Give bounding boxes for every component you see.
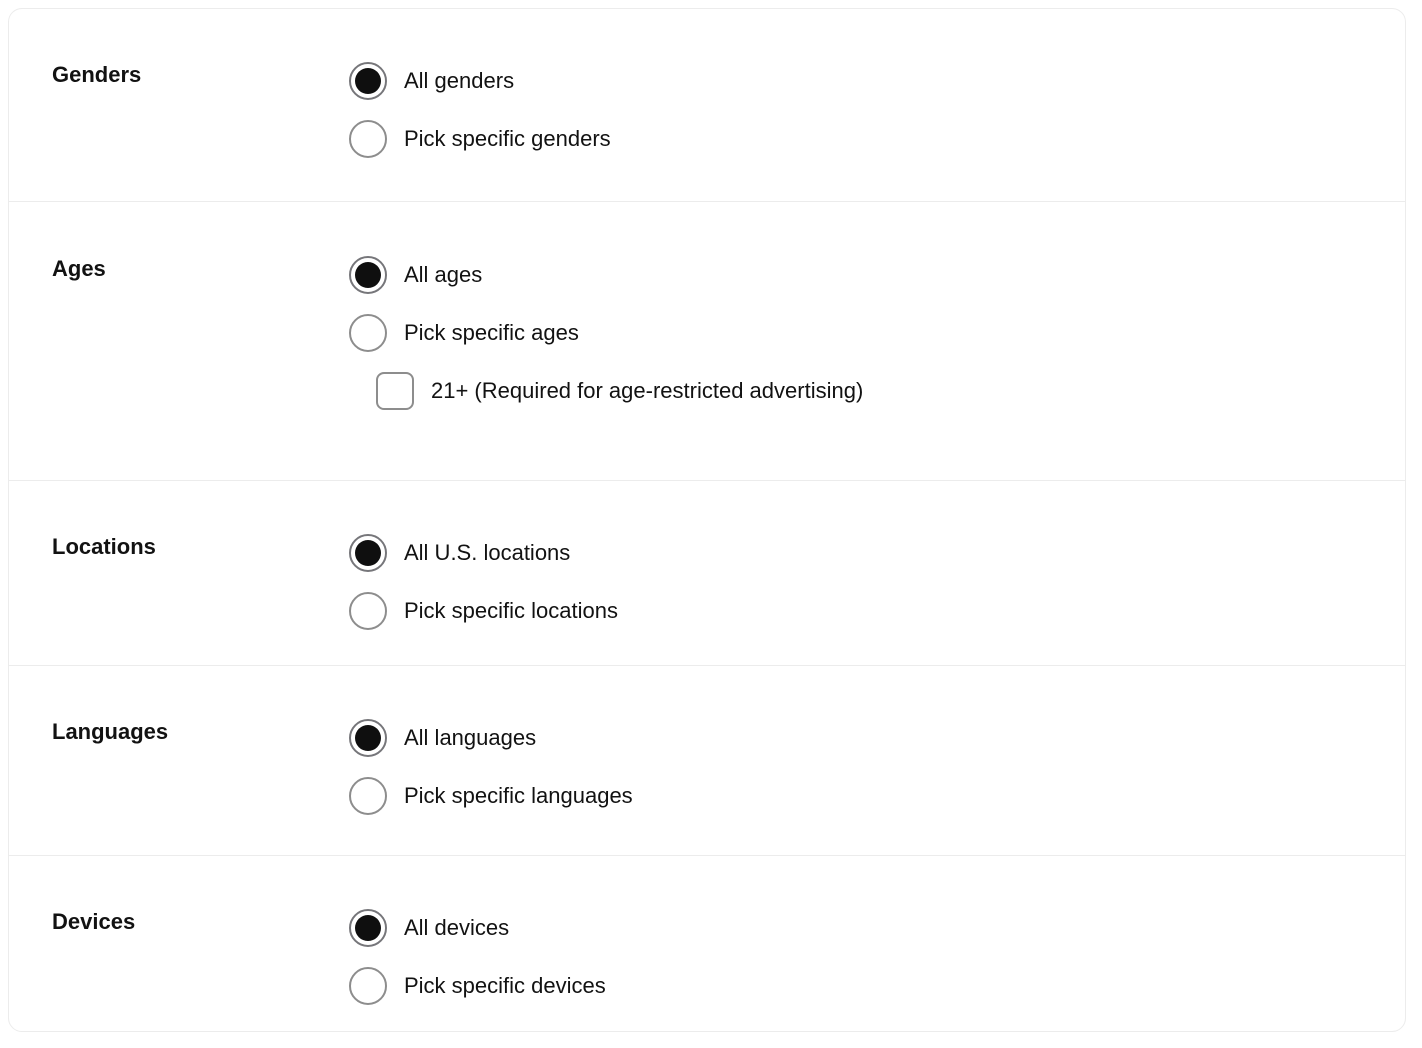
section-options-languages: All languages Pick specific languages bbox=[349, 709, 1405, 825]
radio-label-all-us-locations: All U.S. locations bbox=[404, 540, 571, 565]
radio-option-all-us-locations[interactable]: All U.S. locations bbox=[349, 524, 1405, 582]
radio-unselected-icon[interactable] bbox=[349, 314, 387, 352]
radio-selected-icon[interactable] bbox=[349, 256, 387, 294]
section-options-devices: All devices Pick specific devices bbox=[349, 899, 1405, 1015]
radio-option-pick-specific-locations[interactable]: Pick specific locations bbox=[349, 582, 1405, 640]
section-label-genders: Genders bbox=[52, 62, 142, 87]
radio-option-all-devices[interactable]: All devices bbox=[349, 899, 1405, 957]
checkbox-option-age-restricted[interactable]: 21+ (Required for age-restricted adverti… bbox=[376, 362, 1405, 420]
radio-label-all-ages: All ages bbox=[404, 262, 483, 287]
radio-selected-icon[interactable] bbox=[349, 909, 387, 947]
radio-label-all-languages: All languages bbox=[404, 725, 537, 750]
radio-unselected-icon[interactable] bbox=[349, 777, 387, 815]
radio-selected-icon[interactable] bbox=[349, 62, 387, 100]
radio-option-pick-specific-genders[interactable]: Pick specific genders bbox=[349, 110, 1405, 168]
section-label-languages: Languages bbox=[52, 719, 169, 744]
checkbox-unchecked-icon[interactable] bbox=[376, 372, 414, 410]
radio-label-pick-specific-languages: Pick specific languages bbox=[404, 783, 633, 808]
radio-selected-icon[interactable] bbox=[349, 719, 387, 757]
radio-label-pick-specific-genders: Pick specific genders bbox=[404, 126, 611, 151]
radio-unselected-icon[interactable] bbox=[349, 592, 387, 630]
section-ages: Ages All ages Pick specific ages 21+ (Re… bbox=[9, 202, 1405, 481]
radio-unselected-icon[interactable] bbox=[349, 120, 387, 158]
radio-option-all-genders[interactable]: All genders bbox=[349, 52, 1405, 110]
radio-label-all-devices: All devices bbox=[404, 915, 510, 940]
section-devices: Devices All devices Pick specific device… bbox=[9, 856, 1405, 1031]
radio-option-all-languages[interactable]: All languages bbox=[349, 709, 1405, 767]
section-options-locations: All U.S. locations Pick specific locatio… bbox=[349, 524, 1405, 640]
section-label-ages: Ages bbox=[52, 256, 106, 281]
radio-label-pick-specific-devices: Pick specific devices bbox=[404, 973, 606, 998]
section-label-devices: Devices bbox=[52, 909, 136, 934]
radio-unselected-icon[interactable] bbox=[349, 967, 387, 1005]
checkbox-label-age-restricted: 21+ (Required for age-restricted adverti… bbox=[431, 378, 864, 403]
section-locations: Locations All U.S. locations Pick specif… bbox=[9, 481, 1405, 666]
radio-option-pick-specific-devices[interactable]: Pick specific devices bbox=[349, 957, 1405, 1015]
radio-label-pick-specific-locations: Pick specific locations bbox=[404, 598, 618, 623]
section-options-genders: All genders Pick specific genders bbox=[349, 52, 1405, 168]
section-label-locations: Locations bbox=[52, 534, 156, 559]
radio-option-pick-specific-languages[interactable]: Pick specific languages bbox=[349, 767, 1405, 825]
radio-option-pick-specific-ages[interactable]: Pick specific ages bbox=[349, 304, 1405, 362]
radio-label-pick-specific-ages: Pick specific ages bbox=[404, 320, 579, 345]
section-languages: Languages All languages Pick specific la… bbox=[9, 666, 1405, 856]
targeting-options-card: Genders All genders Pick specific gender… bbox=[8, 8, 1406, 1032]
radio-label-all-genders: All genders bbox=[404, 68, 515, 93]
radio-option-all-ages[interactable]: All ages bbox=[349, 246, 1405, 304]
section-genders: Genders All genders Pick specific gender… bbox=[9, 9, 1405, 202]
section-options-ages: All ages Pick specific ages 21+ (Require… bbox=[349, 246, 1405, 420]
radio-selected-icon[interactable] bbox=[349, 534, 387, 572]
